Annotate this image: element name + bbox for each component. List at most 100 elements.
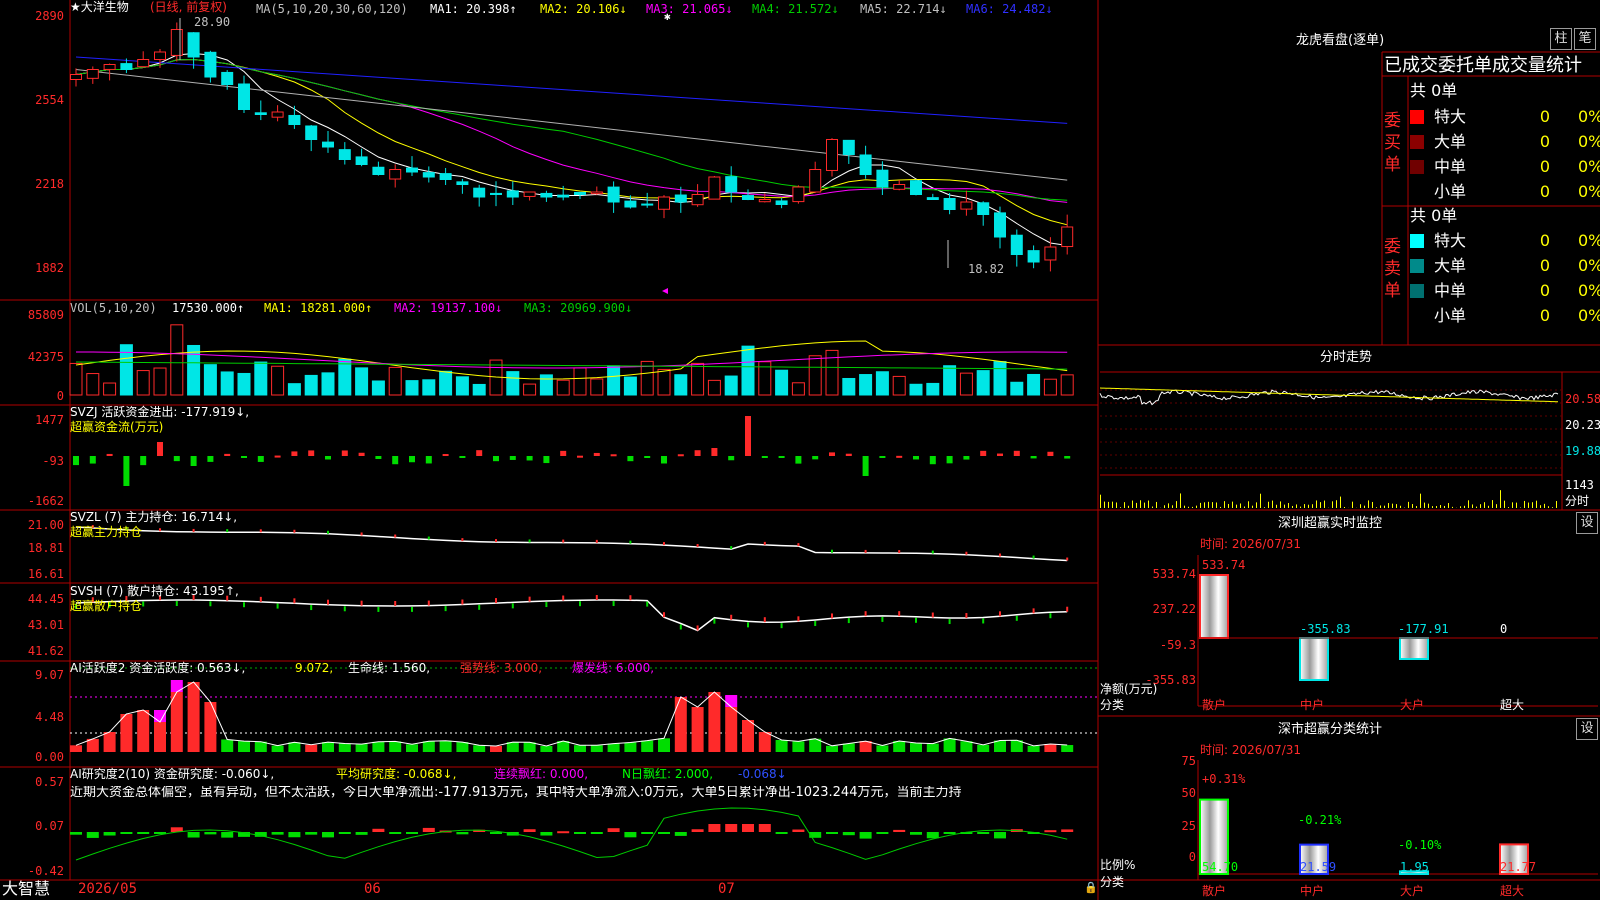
intraday-vol-bar xyxy=(1536,500,1537,508)
intraday-price-line xyxy=(1099,389,1559,406)
volume-bar xyxy=(455,376,469,396)
ai2-comment: 近期大资金总体偏空，虽有异动，但不太活跃，今日大单净流出:-177.913万元，… xyxy=(70,786,962,800)
monitor-title: 深圳超赢实时监控 xyxy=(1278,516,1383,531)
sell-row-count: 0 xyxy=(1539,281,1550,300)
activity-bar xyxy=(540,745,553,752)
research-bar xyxy=(910,832,922,835)
svzl-tick: 21.00 xyxy=(27,518,64,532)
class-bar-value: 21.77 xyxy=(1500,860,1537,874)
bar-mode-button[interactable]: 柱 xyxy=(1550,28,1572,50)
stock-name[interactable]: ★大洋生物 xyxy=(70,0,129,14)
buy-1-swatch xyxy=(1410,110,1424,124)
holding-tick xyxy=(226,529,229,533)
monitor-settings-button[interactable]: 设 xyxy=(1576,512,1598,534)
class-change: +0.31% xyxy=(1202,772,1246,786)
activity-bar xyxy=(322,742,334,752)
star-marker: ✱ xyxy=(664,10,671,23)
intraday-vol-bar xyxy=(1288,503,1289,508)
intraday-vol-bar xyxy=(1424,502,1425,508)
activity-bar xyxy=(120,714,133,752)
candle xyxy=(523,191,536,197)
holding-tick xyxy=(360,532,363,536)
holding-tick xyxy=(528,539,531,543)
volume-bar xyxy=(304,374,318,396)
class-change: -0.10% xyxy=(1398,838,1442,852)
candle xyxy=(674,194,687,203)
sell-row-pct: 0% xyxy=(1578,306,1600,325)
intraday-vol-bar xyxy=(1472,504,1473,508)
flow-bar xyxy=(106,453,113,456)
flow-bar xyxy=(459,456,466,458)
retail-tick xyxy=(579,601,581,607)
research-bar xyxy=(574,832,586,834)
ai1-tick: 4.48 xyxy=(35,710,64,724)
activity-bar xyxy=(254,741,267,752)
candle xyxy=(456,181,469,185)
buy-row-pct: 0% xyxy=(1578,132,1600,151)
sell-3-swatch xyxy=(1410,284,1424,298)
volume-bar xyxy=(287,383,301,396)
class-settings-button[interactable]: 设 xyxy=(1576,718,1598,740)
research-bar xyxy=(389,832,402,834)
retail-tick xyxy=(982,618,985,624)
buy-row-label: 小单 xyxy=(1434,182,1467,201)
candle xyxy=(389,169,402,180)
lock-icon[interactable]: 🔒 xyxy=(1084,881,1098,895)
activity-bar xyxy=(910,743,922,752)
intraday-vol-bar xyxy=(1136,502,1137,508)
activity-bar xyxy=(758,732,771,752)
retail-tick xyxy=(663,612,665,618)
intraday-vol-bar xyxy=(1248,501,1249,508)
sell-row-count: 0 xyxy=(1539,306,1550,325)
svzl-tick: 18.81 xyxy=(27,541,64,555)
chart-mode[interactable]: (日线, 前复权) xyxy=(150,0,227,14)
monitor-category: 大户 xyxy=(1400,698,1425,712)
retail-tick xyxy=(595,595,598,601)
chart-canvas[interactable] xyxy=(0,0,1600,900)
candle xyxy=(842,139,855,155)
retail-tick xyxy=(713,618,716,624)
monitor-tick: 237.22 xyxy=(1152,602,1196,616)
volume-bar xyxy=(590,378,604,396)
research-bar xyxy=(1044,830,1057,833)
candle xyxy=(691,194,704,206)
candle xyxy=(204,51,217,78)
class-change: -0.21% xyxy=(1298,813,1342,827)
intraday-tick: 19.88 xyxy=(1565,444,1600,458)
flow-bar xyxy=(879,456,886,458)
monitor-bar-value: 533.74 xyxy=(1202,558,1246,572)
volume-bar xyxy=(875,371,889,396)
candle xyxy=(1010,234,1023,255)
main-holding-line xyxy=(75,526,1068,562)
ma5-value: MA5: 22.714↓ xyxy=(860,2,947,16)
research-bar xyxy=(372,828,385,832)
retail-tick xyxy=(444,606,447,612)
retail-tick xyxy=(1049,613,1052,619)
flow-bar xyxy=(73,456,79,466)
tick-mode-button[interactable]: 笔 xyxy=(1574,28,1596,50)
svzj-tick: -93 xyxy=(42,454,64,468)
candle xyxy=(590,191,603,195)
volume-bar xyxy=(909,383,923,396)
intraday-vol-bar xyxy=(1516,502,1517,508)
intraday-vol-tick: 1143 xyxy=(1565,478,1594,492)
holding-tick xyxy=(864,549,867,553)
activity-bar xyxy=(1061,745,1074,752)
retail-tick xyxy=(898,611,901,617)
retail-tick xyxy=(243,602,245,608)
intraday-vol-bar xyxy=(1436,506,1437,508)
flow-bar xyxy=(644,456,651,458)
holding-tick xyxy=(495,539,497,543)
intraday-vol-bar xyxy=(1244,506,1245,508)
candle xyxy=(70,74,82,80)
buy-row-pct: 0% xyxy=(1578,182,1600,201)
intraday-vol-bar xyxy=(1340,496,1341,508)
candle xyxy=(658,196,670,210)
activity-bar xyxy=(1027,745,1040,752)
buy-row-count: 0 xyxy=(1539,182,1550,201)
flow-bar xyxy=(1047,451,1054,456)
intraday-vol-bar xyxy=(1480,504,1481,508)
volume-bar xyxy=(439,370,453,396)
brand-logo[interactable]: 大智慧 xyxy=(2,880,50,898)
intraday-vol-bar xyxy=(1208,501,1209,508)
